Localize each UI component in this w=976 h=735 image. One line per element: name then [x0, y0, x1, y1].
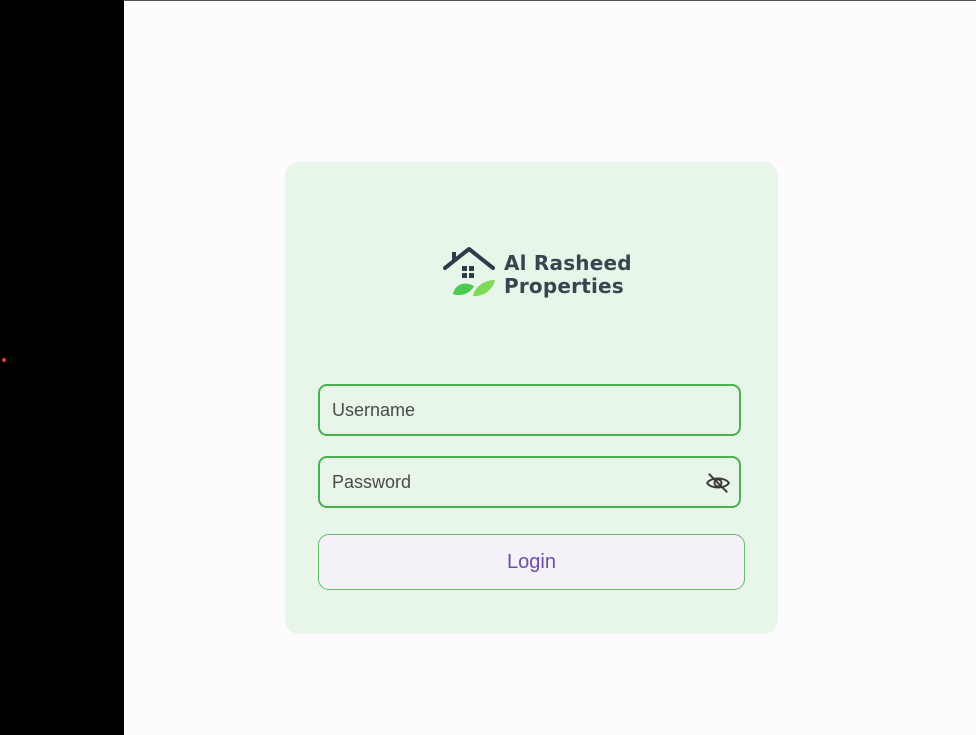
- red-indicator-dot: [2, 358, 6, 362]
- username-input[interactable]: [320, 386, 739, 434]
- house-leaf-logo-icon: [443, 247, 495, 297]
- login-button[interactable]: Login: [318, 534, 745, 590]
- eye-off-icon[interactable]: [705, 470, 731, 496]
- left-panel: [0, 0, 124, 735]
- logo-text: Al Rasheed Properties: [504, 252, 632, 298]
- login-card: Al Rasheed Properties Login: [285, 162, 778, 634]
- password-input[interactable]: [320, 458, 739, 506]
- logo-line-1: Al Rasheed: [504, 251, 632, 275]
- logo-line-2: Properties: [504, 274, 624, 298]
- password-field[interactable]: [318, 456, 741, 508]
- username-field[interactable]: [318, 384, 741, 436]
- company-logo: Al Rasheed Properties: [443, 246, 643, 306]
